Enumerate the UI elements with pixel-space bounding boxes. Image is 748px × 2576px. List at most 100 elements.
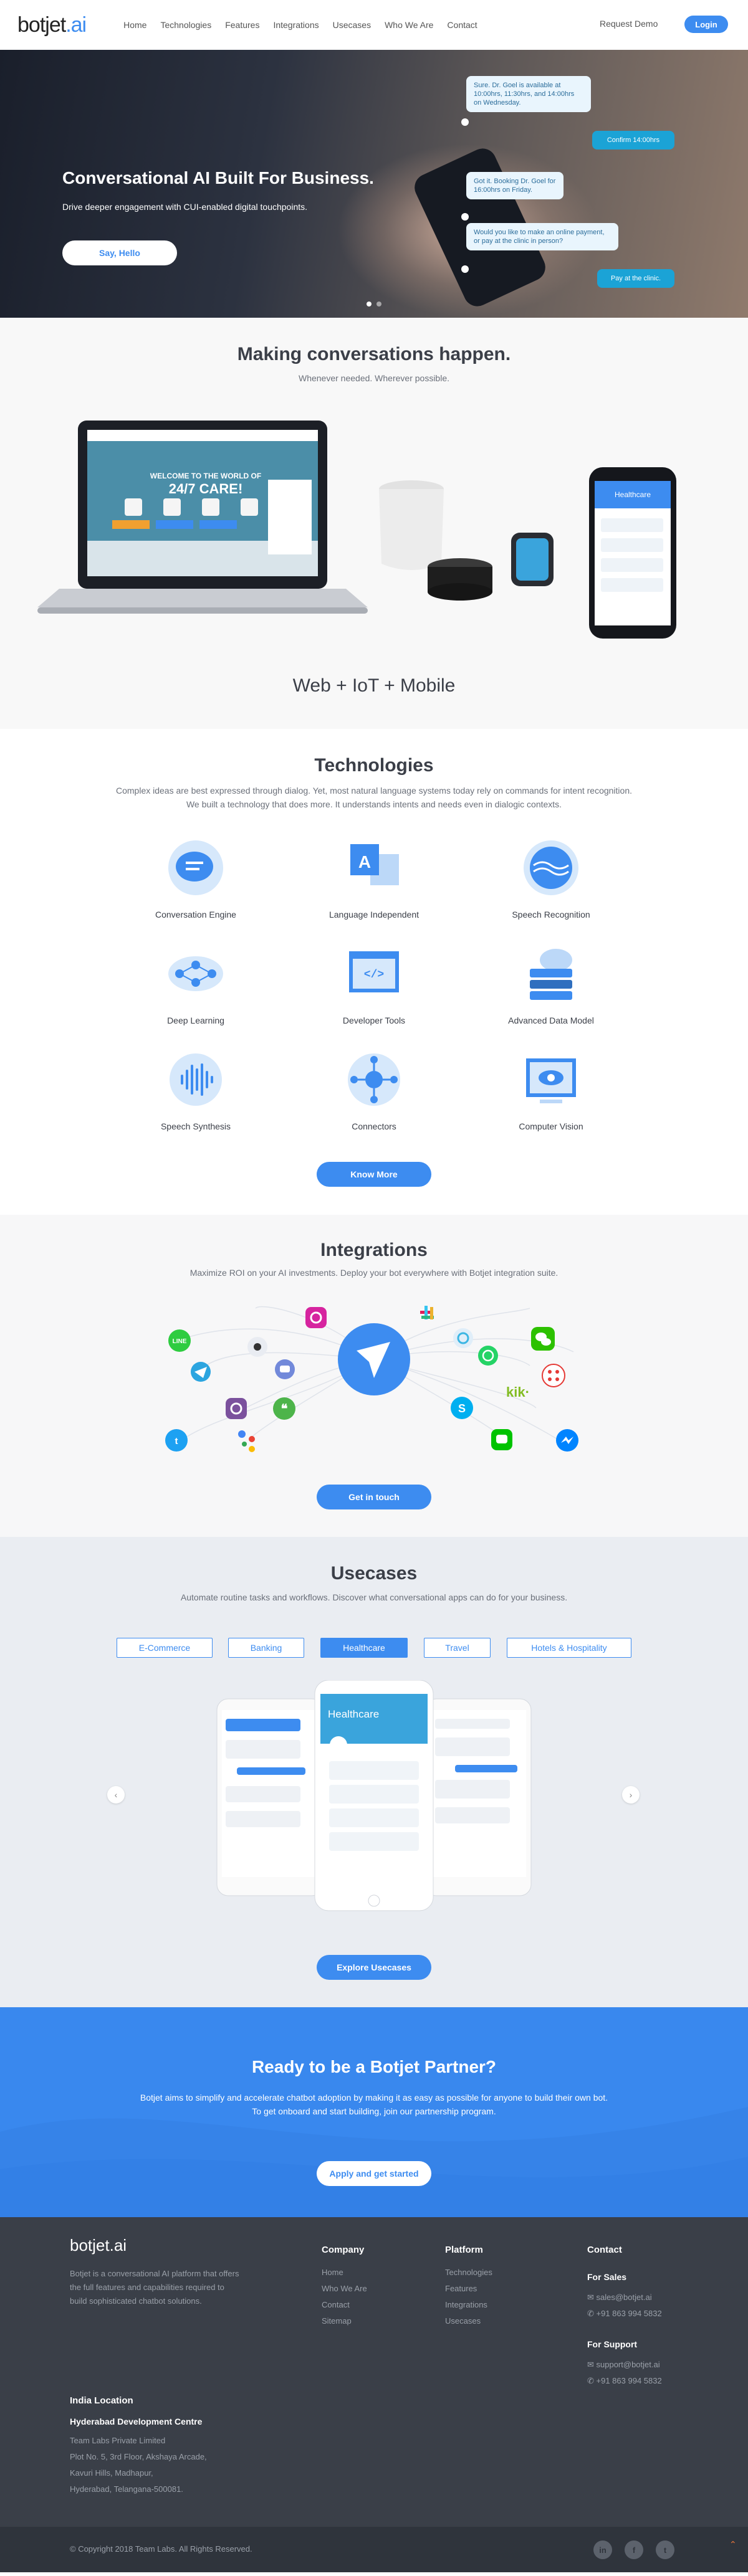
login-button[interactable]: Login [684,16,728,33]
grid-app-icon [542,1364,565,1387]
linkedin-icon[interactable]: in [593,2540,612,2559]
apply-partner-button[interactable]: Apply and get started [317,2161,431,2186]
tab-healthcare[interactable]: Healthcare [320,1638,408,1658]
tab-travel[interactable]: Travel [424,1638,491,1658]
google-assistant-icon [238,1430,255,1452]
nav-features[interactable]: Features [225,20,259,30]
request-demo-link[interactable]: Request Demo [600,19,658,29]
partner-line-2: To get onboard and start building, join … [252,2106,496,2116]
usecases-subtitle: Automate routine tasks and workflows. Di… [180,1592,568,1602]
laptop-screen-text: WELCOME TO THE WORLD OF [150,472,261,480]
footer-link-features[interactable]: Features [445,2281,492,2297]
integrations-section: Integrations Maximize ROI on your AI inv… [0,1215,748,1537]
sales-email-link[interactable]: sales@botjet.ai [597,2293,652,2302]
svg-text:t: t [175,1436,178,1447]
usecases-prev-arrow[interactable]: ‹ [107,1786,125,1804]
svg-text:A: A [358,852,371,872]
instagram-icon [305,1307,327,1328]
hero-banner: Conversational AI Built For Business. Dr… [0,50,748,318]
tech-label: Advanced Data Model [508,1015,594,1025]
tech-label: Developer Tools [342,1015,406,1025]
explore-usecases-button[interactable]: Explore Usecases [317,1955,431,1980]
footer-link-technologies[interactable]: Technologies [445,2265,492,2281]
tech-conversation-engine: Conversation Engine [115,838,277,920]
footer-logo[interactable]: botjet.ai [70,2236,127,2255]
footer-support-heading: For Support [587,2339,638,2349]
tab-hotels-hospitality[interactable]: Hotels & Hospitality [507,1638,631,1658]
translate-icon: A [350,844,399,885]
nav-integrations[interactable]: Integrations [273,20,319,30]
phone-icon: ✆ [587,2376,597,2385]
tech-label: Speech Recognition [512,910,590,920]
integrations-subtitle: Maximize ROI on your AI investments. Dep… [189,1268,559,1278]
partner-title: Ready to be a Botjet Partner? [251,2057,497,2076]
footer-link-contact[interactable]: Contact [322,2297,367,2313]
tab-banking[interactable]: Banking [228,1638,304,1658]
footer-about: Botjet is a conversational AI platform t… [70,2269,239,2306]
bot-bubble-availability: Sure. Dr. Goel is available at 10:00hrs,… [466,76,591,112]
hero-subtitle: Drive deeper engagement with CUI-enabled… [62,202,308,212]
nav-who-we-are[interactable]: Who We Are [385,20,433,30]
audio-waveform-icon [170,1053,222,1106]
bot-avatar-icon [461,118,469,126]
code-window-icon: </> [349,951,399,992]
footer-link-integrations[interactable]: Integrations [445,2297,492,2313]
tech-label: Speech Synthesis [160,1121,231,1131]
footer-link-sitemap[interactable]: Sitemap [322,2313,367,2329]
tech-label: Conversation Engine [155,910,236,920]
tech-language-independent: A Language Independent [293,838,455,920]
mail-icon: ✉ [587,2360,597,2369]
footer-platform-heading: Platform [445,2245,483,2255]
footer-sales-heading: For Sales [587,2272,627,2282]
neural-network-icon [168,956,223,991]
nav-usecases[interactable]: Usecases [333,20,371,30]
twitter-icon[interactable]: t [656,2540,674,2559]
facebook-icon[interactable]: f [625,2540,643,2559]
bot-avatar-icon [461,265,469,273]
technologies-subtitle-2: We built a technology that does more. It… [186,799,562,809]
integrations-title: Integrations [320,1240,428,1260]
footer-company-links: Home Who We Are Contact Sitemap [322,2265,367,2329]
eye-screen-icon [526,1058,576,1103]
footer-link-usecases[interactable]: Usecases [445,2313,492,2329]
carousel-dot-active[interactable] [367,302,372,307]
technologies-subtitle-1: Complex ideas are best expressed through… [115,786,633,796]
usecases-section: Usecases Automate routine tasks and work… [0,1537,748,2007]
technologies-title: Technologies [314,755,434,776]
know-more-button[interactable]: Know More [317,1162,431,1187]
devices-section: Making conversations happen. Whenever ne… [0,318,748,729]
svg-text:</>: </> [364,969,384,981]
tab-ecommerce[interactable]: E-Commerce [117,1638,213,1658]
botjet-logo[interactable]: botjet.ai [17,13,87,37]
usecases-next-arrow[interactable]: › [622,1786,640,1804]
get-in-touch-button[interactable]: Get in touch [317,1485,431,1509]
nav-technologies[interactable]: Technologies [160,20,211,30]
tech-label: Connectors [352,1121,396,1131]
svg-text:❝: ❝ [281,1402,288,1416]
support-email-link[interactable]: support@botjet.ai [597,2360,660,2369]
phone-header-text: Healthcare [615,490,651,499]
footer-link-who-we-are[interactable]: Who We Are [322,2281,367,2297]
nav-home[interactable]: Home [123,20,146,30]
sales-phone-link[interactable]: +91 863 994 5832 [597,2309,662,2318]
footer-support-contacts: ✉ support@botjet.ai ✆ +91 863 994 5832 [587,2357,662,2389]
cloud-database-icon [530,949,572,1000]
support-phone-link[interactable]: +91 863 994 5832 [597,2376,662,2385]
tech-advanced-data-model: Advanced Data Model [470,944,632,1025]
footer-platform-links: Technologies Features Integrations Useca… [445,2265,492,2329]
footer-dev-centre: Hyderabad Development Centre [70,2417,203,2426]
making-title: Making conversations happen. [237,344,511,364]
tech-label: Computer Vision [519,1121,583,1131]
footer-link-home[interactable]: Home [322,2265,367,2281]
carousel-dot[interactable] [376,302,381,307]
viber-icon [226,1398,247,1419]
say-hello-button[interactable]: Say, Hello [62,240,177,265]
tech-developer-tools: </> Developer Tools [293,944,455,1025]
footer-location-heading: India Location [70,2395,133,2406]
scroll-top-icon[interactable]: ⌃ [729,2539,737,2550]
main-menu: Home Technologies Features Integrations … [123,20,477,30]
nav-contact[interactable]: Contact [447,20,477,30]
smart-speaker-image [379,480,492,601]
usecase-phones-image: Healthcare [216,1680,532,1911]
integrations-graph: LINE ❝ t kik· S [165,1306,578,1452]
